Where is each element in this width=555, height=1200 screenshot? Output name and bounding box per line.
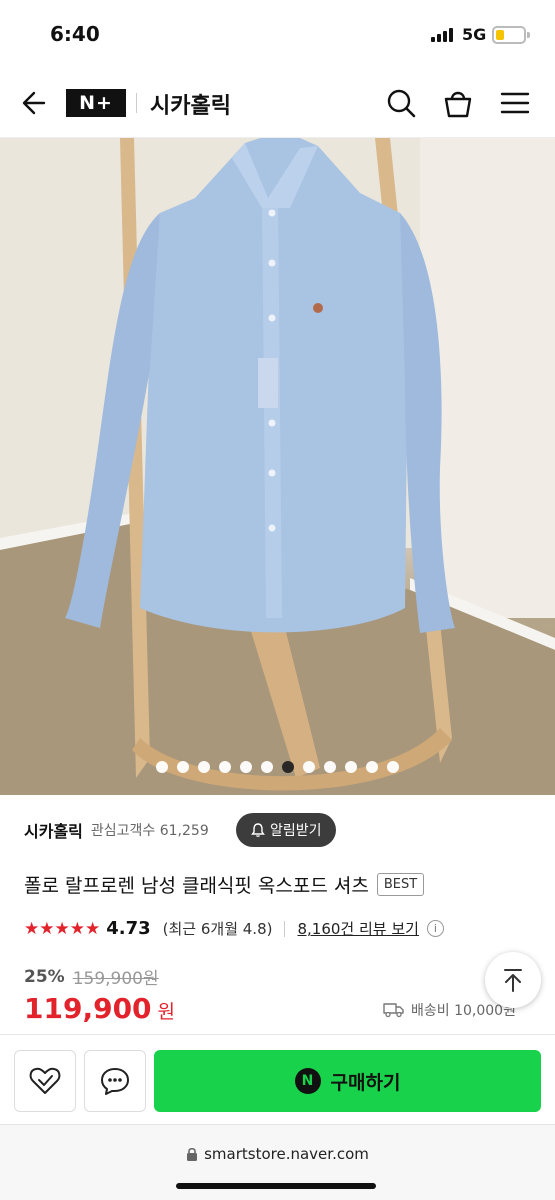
menu-icon[interactable] [498, 86, 532, 120]
product-title-row: 폴로 랄프로렌 남성 클래식핏 옥스포드 셔츠 BEST [24, 871, 425, 898]
heart-check-icon [29, 1067, 61, 1094]
discount-rate: 25% [24, 966, 65, 987]
product-image[interactable] [0, 138, 555, 795]
home-indicator[interactable] [176, 1183, 376, 1189]
pagination-dot[interactable] [387, 761, 399, 773]
pagination-dot[interactable] [219, 761, 231, 773]
rating-stars-icon: ★★★★★ [24, 918, 101, 939]
sale-price: 119,900 원 [24, 992, 175, 1025]
image-pagination-dots [0, 761, 555, 773]
recent-rating: (최근 6개월 4.8) [162, 920, 273, 938]
talk-button[interactable] [84, 1050, 146, 1112]
price-value: 119,900 [24, 992, 152, 1025]
bell-plus-icon [251, 823, 265, 837]
pagination-dot[interactable] [177, 761, 189, 773]
status-bar: 6:40 5G [0, 0, 555, 70]
pagination-dot[interactable] [366, 761, 378, 773]
lock-icon [187, 1147, 198, 1161]
scroll-to-top-button[interactable] [485, 952, 541, 1008]
purchase-bar: N 구매하기 [0, 1034, 555, 1124]
store-info: 시카홀릭 관심고객수 61,259 [24, 818, 209, 842]
pagination-dot[interactable] [282, 761, 294, 773]
alarm-button[interactable]: 알림받기 [236, 813, 336, 847]
naver-pay-icon: N [294, 1068, 321, 1094]
reviews-link[interactable]: 8,160건 리뷰 보기 [297, 918, 418, 939]
original-price: 159,900원 [72, 969, 159, 989]
discount-row: 25% 159,900원 [24, 964, 159, 990]
alarm-label: 알림받기 [270, 823, 322, 839]
url-text: smartstore.naver.com [204, 1145, 369, 1163]
url-display[interactable]: smartstore.naver.com [0, 1145, 555, 1163]
info-icon[interactable]: i [426, 920, 444, 937]
rating-score: 4.73 [106, 918, 151, 939]
status-time: 6:40 [50, 22, 100, 46]
rating-divider [284, 920, 286, 937]
store-followers: 관심고객수 61,259 [90, 823, 209, 839]
price-currency: 원 [157, 1001, 176, 1023]
buy-label: 구매하기 [330, 1071, 401, 1094]
arrow-up-icon [504, 969, 522, 992]
shipping-info: 배송비 10,000원 [383, 1000, 516, 1020]
header-store-name[interactable]: 시카홀릭 [150, 88, 231, 120]
store-name[interactable]: 시카홀릭 [24, 818, 83, 842]
pagination-dot[interactable] [345, 761, 357, 773]
pagination-dot[interactable] [303, 761, 315, 773]
search-icon[interactable] [384, 86, 418, 120]
best-badge: BEST [376, 873, 425, 896]
battery-icon [492, 26, 530, 44]
back-arrow-icon[interactable] [18, 86, 52, 120]
truck-icon [383, 1003, 404, 1018]
product-title: 폴로 랄프로렌 남성 클래식핏 옥스포드 셔츠 [24, 875, 369, 897]
header-divider [136, 93, 137, 113]
rating-row: ★★★★★ 4.73 (최근 6개월 4.8) 8,160건 리뷰 보기 i [24, 918, 444, 939]
shopping-bag-icon[interactable] [441, 86, 475, 120]
signal-icon [431, 28, 453, 42]
pagination-dot[interactable] [156, 761, 168, 773]
pagination-dot[interactable] [324, 761, 336, 773]
buy-button[interactable]: N 구매하기 [154, 1050, 541, 1112]
pagination-dot[interactable] [261, 761, 273, 773]
pagination-dot[interactable] [198, 761, 210, 773]
pagination-dot[interactable] [240, 761, 252, 773]
chat-bubble-icon [101, 1068, 129, 1095]
naver-plus-logo[interactable]: N+ [66, 89, 126, 117]
browser-url-bar[interactable]: smartstore.naver.com [0, 1124, 555, 1200]
network-label: 5G [462, 25, 487, 44]
app-header: N+ 시카홀릭 [0, 70, 555, 138]
wishlist-button[interactable] [14, 1050, 76, 1112]
